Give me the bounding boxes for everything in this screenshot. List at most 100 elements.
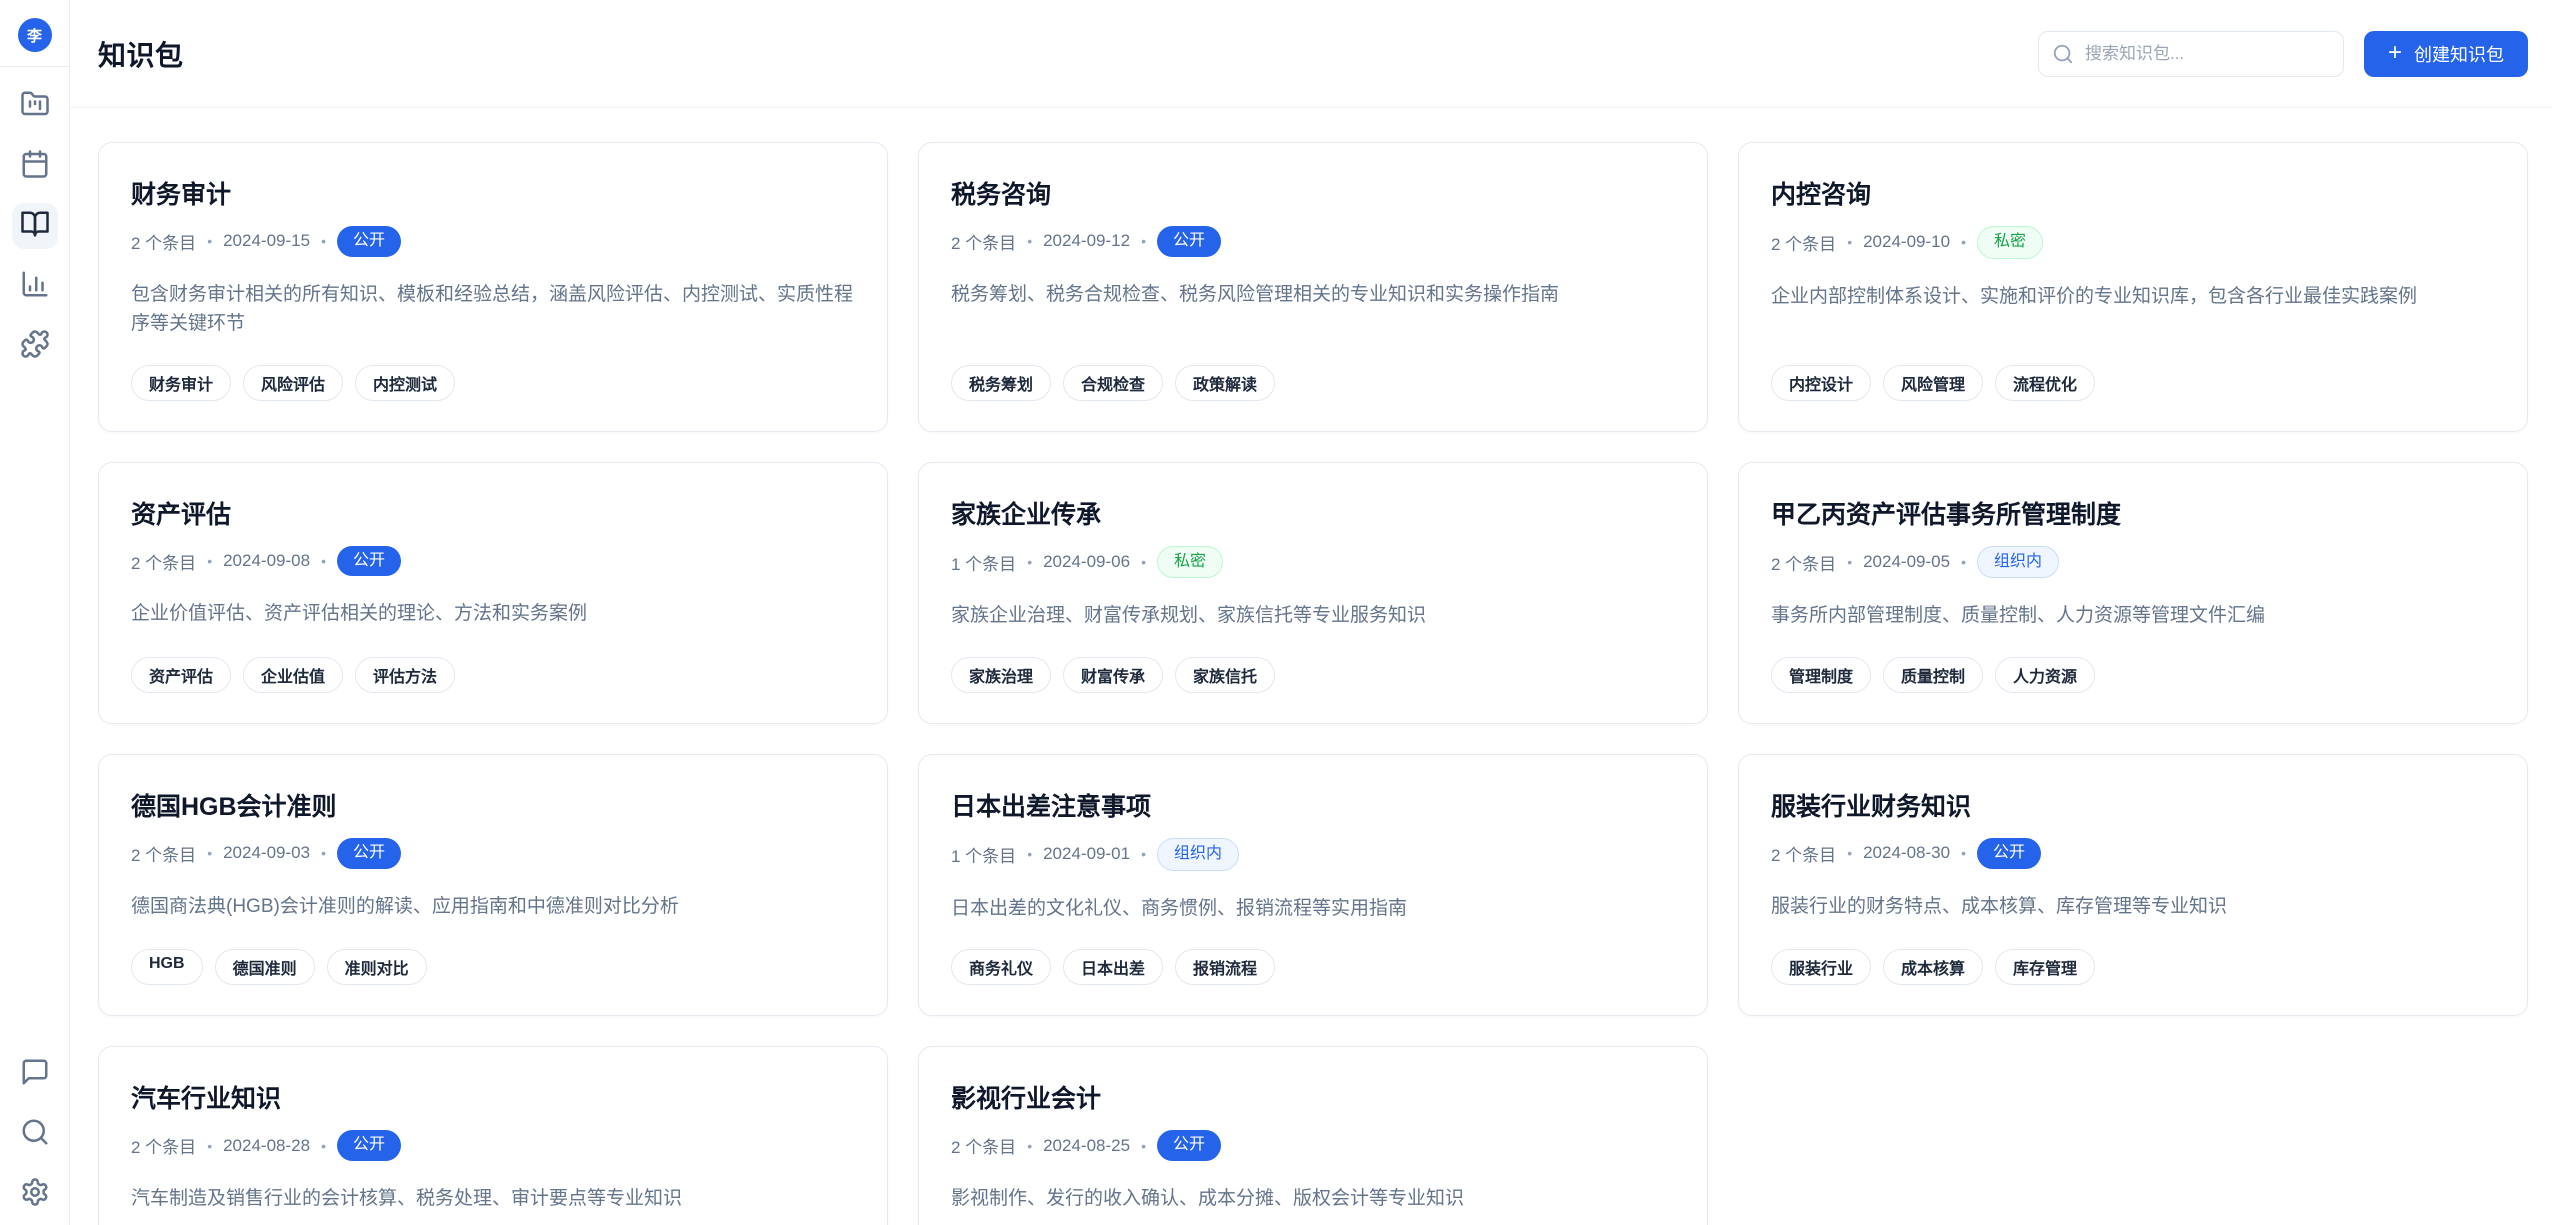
dot-separator: • (1027, 233, 1032, 249)
knowledge-card[interactable]: 税务咨询 2 个条目 • 2024-09-12 • 公开 税务筹划、税务合规检查… (918, 142, 1708, 432)
sidebar-item-plugins[interactable] (12, 323, 58, 369)
tag-pill: 准则对比 (327, 949, 427, 985)
dot-separator: • (321, 845, 326, 861)
sidebar-item-analytics[interactable] (12, 263, 58, 309)
folder-kanban-icon (20, 89, 50, 124)
card-description: 企业价值评估、资产评估相关的理论、方法和实务案例 (131, 599, 855, 628)
tag-pill: 政策解读 (1175, 365, 1275, 401)
knowledge-card[interactable]: 德国HGB会计准则 2 个条目 • 2024-09-03 • 公开 德国商法典(… (98, 754, 888, 1016)
card-meta: 2 个条目 • 2024-09-15 • 公开 (131, 226, 855, 257)
card-title: 内控咨询 (1771, 175, 2495, 211)
dot-separator: • (1141, 554, 1146, 570)
visibility-badge: 公开 (337, 838, 401, 869)
knowledge-card[interactable]: 内控咨询 2 个条目 • 2024-09-10 • 私密 企业内部控制体系设计、… (1738, 142, 2528, 432)
card-tags: 商务礼仪日本出差报销流程 (951, 923, 1675, 985)
visibility-badge: 组织内 (1977, 546, 2059, 579)
tag-pill: 管理制度 (1771, 657, 1871, 693)
page-title: 知识包 (98, 34, 184, 74)
sidebar-item-settings[interactable] (12, 1171, 58, 1217)
entry-count: 2 个条目 (131, 841, 196, 866)
dot-separator: • (207, 1138, 212, 1154)
card-meta: 2 个条目 • 2024-09-12 • 公开 (951, 226, 1675, 257)
tag-pill: 资产评估 (131, 657, 231, 693)
tag-pill: 流程优化 (1995, 365, 2095, 401)
tag-pill: 库存管理 (1995, 949, 2095, 985)
card-title: 汽车行业知识 (131, 1079, 855, 1115)
card-title: 影视行业会计 (951, 1079, 1675, 1115)
knowledge-card[interactable]: 服装行业财务知识 2 个条目 • 2024-08-30 • 公开 服装行业的财务… (1738, 754, 2528, 1016)
sidebar-item-calendar[interactable] (12, 143, 58, 189)
visibility-badge: 私密 (1977, 226, 2043, 259)
gear-icon (20, 1177, 50, 1212)
content-column: 知识包 + 创建知识包 财务审计 2 个条目 • 2024-09-15 • 公开… (70, 0, 2552, 1225)
calendar-icon (20, 149, 50, 184)
sidebar-item-projects[interactable] (12, 83, 58, 129)
tag-pill: 德国准则 (215, 949, 315, 985)
card-title: 服装行业财务知识 (1771, 787, 2495, 823)
card-tags: 资产评估企业估值评估方法 (131, 631, 855, 693)
card-date: 2024-09-12 (1043, 231, 1130, 251)
visibility-badge: 私密 (1157, 546, 1223, 579)
tag-pill: 风险评估 (243, 365, 343, 401)
tag-pill: 内控测试 (355, 365, 455, 401)
card-title: 德国HGB会计准则 (131, 787, 855, 823)
entry-count: 2 个条目 (951, 229, 1016, 254)
tag-pill: 合规检查 (1063, 365, 1163, 401)
sidebar-item-chat[interactable] (12, 1051, 58, 1097)
tag-pill: 家族信托 (1175, 657, 1275, 693)
card-description: 事务所内部管理制度、质量控制、人力资源等管理文件汇编 (1771, 601, 2495, 630)
sidebar-item-knowledge[interactable] (12, 203, 58, 249)
cards-grid: 财务审计 2 个条目 • 2024-09-15 • 公开 包含财务审计相关的所有… (98, 142, 2528, 1225)
card-meta: 2 个条目 • 2024-09-03 • 公开 (131, 838, 855, 869)
card-description: 企业内部控制体系设计、实施和评价的专业知识库，包含各行业最佳实践案例 (1771, 282, 2495, 311)
card-description: 影视制作、发行的收入确认、成本分摊、版权会计等专业知识 (951, 1184, 1675, 1213)
dot-separator: • (1027, 554, 1032, 570)
knowledge-card[interactable]: 甲乙丙资产评估事务所管理制度 2 个条目 • 2024-09-05 • 组织内 … (1738, 462, 2528, 724)
card-title: 资产评估 (131, 495, 855, 531)
card-tags: 服装行业成本核算库存管理 (1771, 923, 2495, 985)
plus-icon: + (2388, 41, 2402, 65)
card-description: 日本出差的文化礼仪、商务惯例、报销流程等实用指南 (951, 894, 1675, 923)
knowledge-card[interactable]: 汽车行业知识 2 个条目 • 2024-08-28 • 公开 汽车制造及销售行业… (98, 1046, 888, 1225)
topbar: 知识包 + 创建知识包 (70, 0, 2552, 108)
knowledge-card[interactable]: 影视行业会计 2 个条目 • 2024-08-25 • 公开 影视制作、发行的收… (918, 1046, 1708, 1225)
card-meta: 1 个条目 • 2024-09-01 • 组织内 (951, 838, 1675, 871)
tag-pill: 内控设计 (1771, 365, 1871, 401)
search-icon (20, 1117, 50, 1152)
card-description: 汽车制造及销售行业的会计核算、税务处理、审计要点等专业知识 (131, 1184, 855, 1213)
knowledge-card[interactable]: 家族企业传承 1 个条目 • 2024-09-06 • 私密 家族企业治理、财富… (918, 462, 1708, 724)
search-input[interactable] (2038, 31, 2344, 77)
dot-separator: • (1027, 846, 1032, 862)
dot-separator: • (1961, 234, 1966, 250)
entry-count: 1 个条目 (951, 842, 1016, 867)
card-title: 税务咨询 (951, 175, 1675, 211)
tag-pill: 风险管理 (1883, 365, 1983, 401)
card-tags: 管理制度质量控制人力资源 (1771, 631, 2495, 693)
card-tags: 家族治理财富传承家族信托 (951, 631, 1675, 693)
sidebar-item-search[interactable] (12, 1111, 58, 1157)
avatar[interactable]: 李 (18, 18, 52, 52)
entry-count: 2 个条目 (1771, 841, 1836, 866)
visibility-badge: 公开 (1157, 226, 1221, 257)
entry-count: 2 个条目 (951, 1133, 1016, 1158)
card-date: 2024-09-08 (223, 551, 310, 571)
knowledge-card[interactable]: 财务审计 2 个条目 • 2024-09-15 • 公开 包含财务审计相关的所有… (98, 142, 888, 432)
entry-count: 1 个条目 (951, 550, 1016, 575)
knowledge-card[interactable]: 资产评估 2 个条目 • 2024-09-08 • 公开 企业价值评估、资产评估… (98, 462, 888, 724)
visibility-badge: 公开 (1977, 838, 2041, 869)
visibility-badge: 公开 (337, 1130, 401, 1161)
card-meta: 2 个条目 • 2024-08-28 • 公开 (131, 1130, 855, 1161)
dot-separator: • (207, 553, 212, 569)
sidebar-divider (0, 66, 70, 67)
tag-pill: 财富传承 (1063, 657, 1163, 693)
dot-separator: • (321, 553, 326, 569)
create-package-button[interactable]: + 创建知识包 (2364, 31, 2528, 77)
card-title: 甲乙丙资产评估事务所管理制度 (1771, 495, 2495, 531)
dot-separator: • (207, 233, 212, 249)
card-meta: 1 个条目 • 2024-09-06 • 私密 (951, 546, 1675, 579)
entry-count: 2 个条目 (1771, 230, 1836, 255)
knowledge-card[interactable]: 日本出差注意事项 1 个条目 • 2024-09-01 • 组织内 日本出差的文… (918, 754, 1708, 1016)
sidebar-bottom-nav (12, 1051, 58, 1225)
card-date: 2024-08-28 (223, 1136, 310, 1156)
visibility-badge: 公开 (1157, 1130, 1221, 1161)
